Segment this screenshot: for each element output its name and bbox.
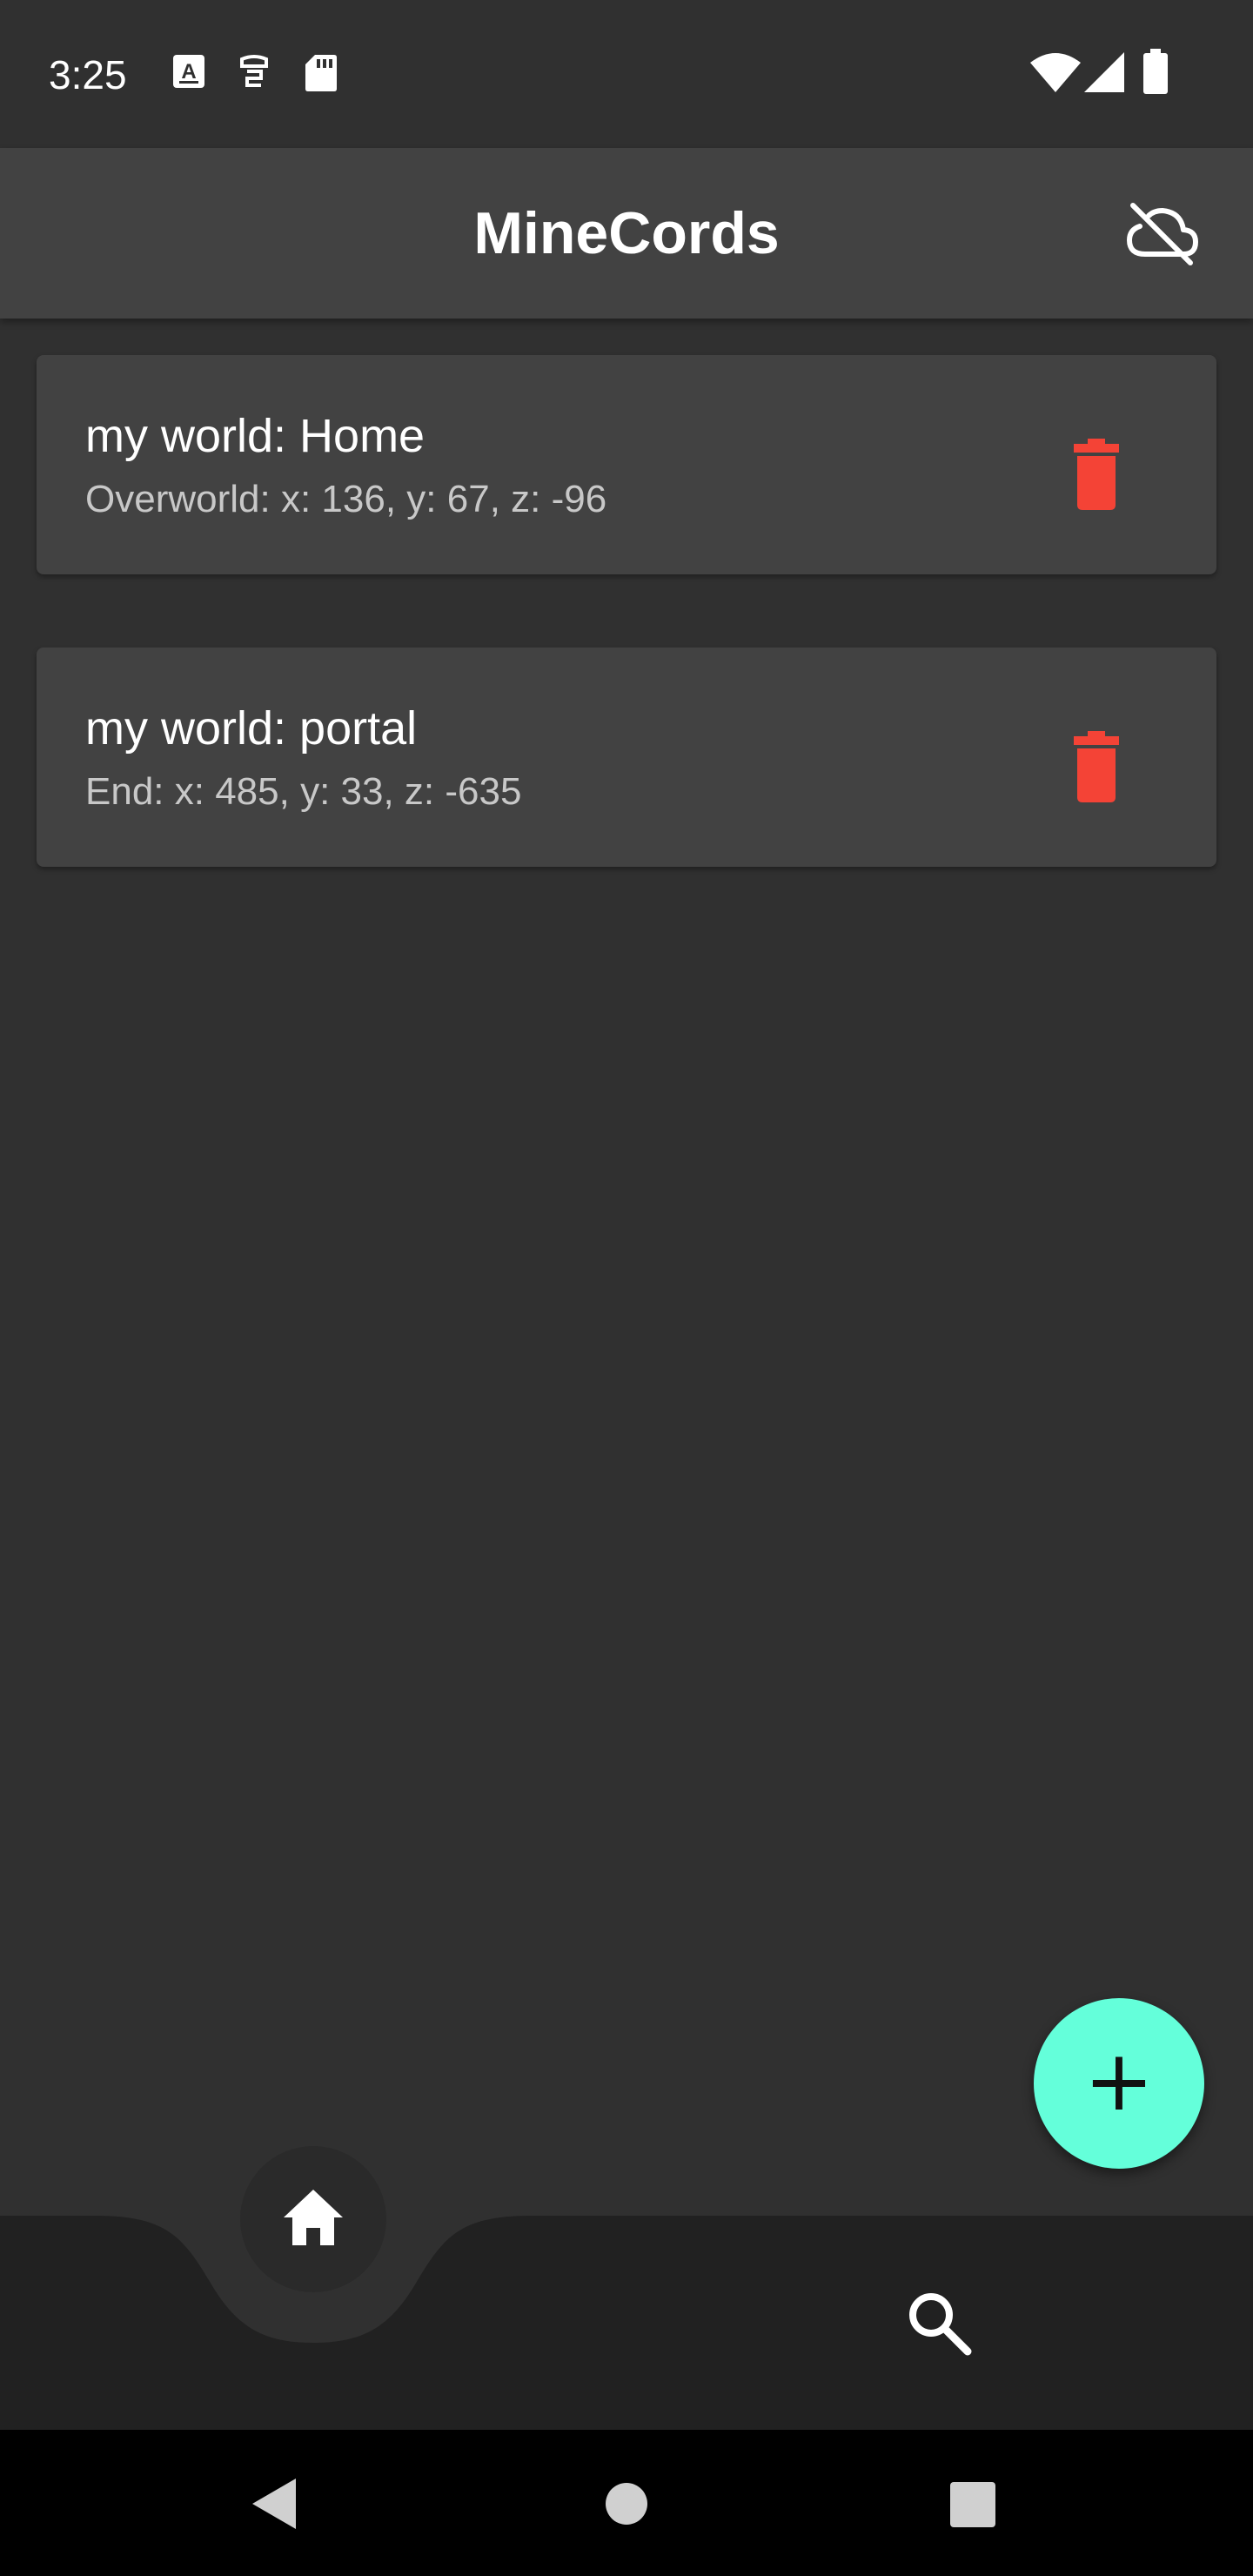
status-bar: 3:25 A — [0, 0, 1253, 148]
signal-icon — [1084, 52, 1124, 92]
world-name: my world — [85, 410, 274, 462]
status-time: 3:25 — [49, 52, 127, 97]
coord-y: 67 — [446, 478, 490, 520]
coord-z: -635 — [445, 770, 522, 813]
shield-icon — [240, 55, 268, 87]
system-nav-bar — [0, 2430, 1253, 2576]
coordinate-card[interactable]: my world: Home Overworld: x: 136, y: 67,… — [37, 355, 1216, 574]
card-coordinates: End: x: 485, y: 33, z: -635 — [85, 770, 522, 813]
location-name: portal — [299, 702, 418, 755]
card-title: my world: Home — [85, 410, 425, 462]
world-name: my world — [85, 702, 274, 755]
cloud-sync-button[interactable] — [1126, 200, 1199, 266]
coord-x: 485 — [215, 770, 279, 813]
wifi-icon — [1030, 53, 1081, 92]
location-name: Home — [299, 410, 425, 462]
add-location-button[interactable]: + — [1034, 1998, 1204, 2169]
battery-icon — [1143, 49, 1168, 94]
back-icon[interactable] — [252, 2479, 296, 2529]
dimension-name: Overworld — [85, 478, 260, 520]
nav-home-button[interactable] — [240, 2146, 386, 2292]
home-icon — [284, 2190, 343, 2245]
delete-button[interactable] — [1074, 728, 1119, 804]
search-icon — [909, 2293, 972, 2356]
dimension-name: End — [85, 770, 154, 813]
app-screen: 3:25 A MineCords my world: Home Overworl… — [0, 0, 1253, 2576]
app-bar: MineCords — [0, 148, 1253, 319]
card-coordinates: Overworld: x: 136, y: 67, z: -96 — [85, 478, 607, 520]
cloud-off-icon — [1127, 203, 1198, 265]
svg-text:A: A — [181, 60, 196, 84]
coordinates-list: my world: Home Overworld: x: 136, y: 67,… — [37, 355, 1216, 940]
trash-icon — [1074, 731, 1119, 802]
delete-button[interactable] — [1074, 435, 1119, 512]
sd-card-icon — [305, 55, 337, 91]
plus-icon: + — [1083, 2032, 1155, 2130]
card-title: my world: portal — [85, 702, 418, 755]
app-title: MineCords — [473, 200, 780, 266]
trash-icon — [1074, 439, 1119, 510]
home-circle-icon[interactable] — [605, 2482, 648, 2526]
recents-icon[interactable] — [950, 2482, 995, 2527]
coord-y: 33 — [340, 770, 384, 813]
nav-search-button[interactable] — [905, 2289, 975, 2358]
coord-z: -96 — [551, 478, 607, 520]
coord-x: 136 — [321, 478, 385, 520]
a-box-icon: A — [173, 55, 204, 88]
bottom-nav-bar — [0, 2216, 1253, 2430]
coordinate-card[interactable]: my world: portal End: x: 485, y: 33, z: … — [37, 647, 1216, 867]
